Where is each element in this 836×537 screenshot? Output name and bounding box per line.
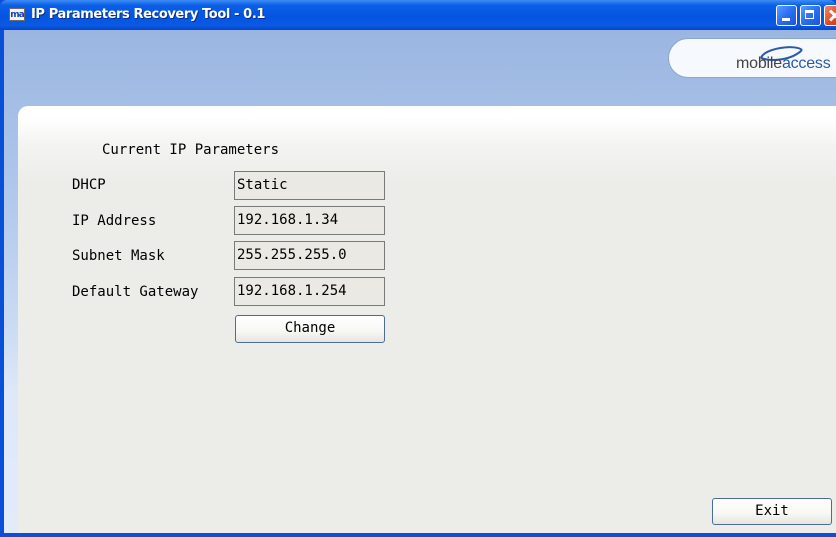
client-area: mobileaccess — [4, 30, 836, 533]
logo-text: mobileaccess — [736, 55, 831, 73]
app-icon: ma — [9, 8, 25, 21]
window-title: IP Parameters Recovery Tool - 0.1 — [31, 7, 265, 22]
logo-text-main: mobile — [736, 55, 782, 72]
ip-address-field: 192.168.1.34 — [234, 206, 385, 235]
minimize-icon[interactable] — [776, 5, 797, 26]
ip-address-label: IP Address — [72, 213, 157, 229]
default-gateway-label: Default Gateway — [72, 284, 199, 300]
close-icon[interactable] — [824, 5, 836, 26]
app-window: ma IP Parameters Recovery Tool - 0.1 mob… — [0, 0, 836, 537]
dhcp-label: DHCP — [72, 177, 106, 193]
maximize-icon[interactable] — [800, 5, 821, 26]
logo-text-accent: access — [781, 55, 831, 72]
subnet-mask-field: 255.255.255.0 — [234, 241, 385, 270]
title-bar[interactable]: ma IP Parameters Recovery Tool - 0.1 — [0, 0, 836, 30]
main-panel — [18, 106, 836, 533]
exit-button[interactable]: Exit — [712, 498, 832, 525]
default-gateway-field: 192.168.1.254 — [234, 277, 385, 306]
section-title: Current IP Parameters — [102, 142, 280, 158]
subnet-mask-label: Subnet Mask — [72, 248, 165, 264]
change-button[interactable]: Change — [235, 315, 385, 343]
dhcp-field: Static — [234, 171, 385, 200]
